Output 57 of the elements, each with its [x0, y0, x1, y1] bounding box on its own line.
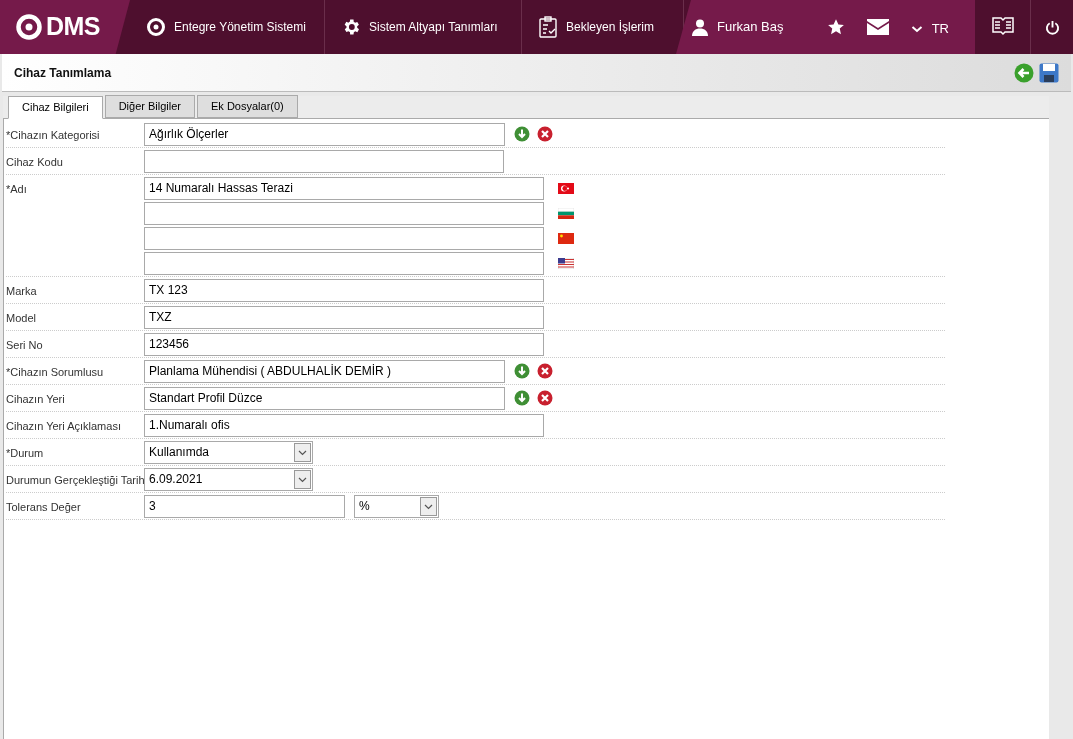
input-field[interactable]: 3	[144, 494, 345, 518]
delete-icon[interactable]	[537, 390, 553, 406]
download-icon[interactable]	[514, 390, 530, 406]
delete-icon[interactable]	[537, 363, 553, 379]
field-label: *Durum	[6, 445, 45, 461]
china-flag-icon[interactable]	[558, 232, 574, 244]
field-label: Durumun Gerçekleştiği Tarih	[6, 472, 144, 488]
field-label: Model	[6, 310, 37, 326]
input-field[interactable]: Planlama Mühendisi ( ABDULHALİK DEMİR )	[144, 359, 505, 383]
field-label: Marka	[6, 283, 38, 299]
download-icon[interactable]	[514, 126, 530, 142]
tab[interactable]: Ek Dosyalar(0)	[197, 95, 298, 118]
input-field[interactable]	[144, 251, 544, 275]
field-label: *Cihazın Sorumlusu	[6, 364, 105, 380]
q-logo-icon	[15, 13, 43, 41]
bulgaria-flag-icon[interactable]	[558, 207, 574, 219]
field-label: Seri No	[6, 337, 44, 353]
usa-flag-icon[interactable]	[558, 257, 574, 269]
input-field[interactable]: 14 Numaralı Hassas Terazi	[144, 176, 544, 200]
input-field[interactable]	[144, 149, 504, 173]
input-field[interactable]: 123456	[144, 332, 544, 356]
user-menu[interactable]: Furkan Baş	[688, 17, 784, 37]
field-label: Cihaz Kodu	[6, 154, 64, 170]
chevron-down-icon[interactable]	[294, 442, 311, 462]
tab[interactable]: Cihaz Bilgileri	[8, 96, 103, 119]
field-label: Cihazın Yeri Açıklaması	[6, 418, 122, 434]
q-logo-icon	[146, 17, 166, 37]
input-field[interactable]	[144, 201, 544, 225]
input-field[interactable]: Ağırlık Ölçerler	[144, 122, 505, 146]
input-field[interactable]: TXZ	[144, 305, 544, 329]
page-title: Cihaz Tanımlama	[14, 64, 112, 82]
save-icon[interactable]	[1039, 62, 1059, 83]
download-icon[interactable]	[514, 363, 530, 379]
field-label: *Cihazın Kategorisi	[6, 127, 101, 143]
delete-icon[interactable]	[537, 126, 553, 142]
input-field[interactable]: 1.Numaralı ofis	[144, 413, 544, 437]
field-label: *Adı	[6, 181, 28, 197]
star-icon[interactable]	[826, 18, 845, 36]
turkey-flag-icon[interactable]	[558, 182, 574, 194]
chevron-down-icon[interactable]	[294, 469, 311, 489]
user-icon	[692, 18, 708, 36]
dropdown[interactable]: Kullanımda	[144, 440, 313, 464]
mail-icon[interactable]	[866, 19, 889, 35]
input-field[interactable]	[144, 226, 544, 250]
power-icon[interactable]	[1044, 19, 1060, 35]
tab[interactable]: Diğer Bilgiler	[104, 95, 195, 118]
clipboard-check-icon	[538, 16, 558, 38]
chevron-down-icon[interactable]	[420, 496, 437, 516]
input-field[interactable]: TX 123	[144, 278, 544, 302]
dropdown[interactable]: 6.09.2021	[144, 467, 313, 491]
language-selector[interactable]: TR	[910, 15, 949, 39]
field-label: Tolerans Değer	[6, 499, 82, 515]
chevron-down-icon	[910, 24, 923, 33]
logo[interactable]: DMS	[0, 0, 130, 54]
field-label: Cihazın Yeri	[6, 391, 66, 407]
dropdown[interactable]: %	[354, 494, 439, 518]
input-field[interactable]: Standart Profil Düzce	[144, 386, 505, 410]
